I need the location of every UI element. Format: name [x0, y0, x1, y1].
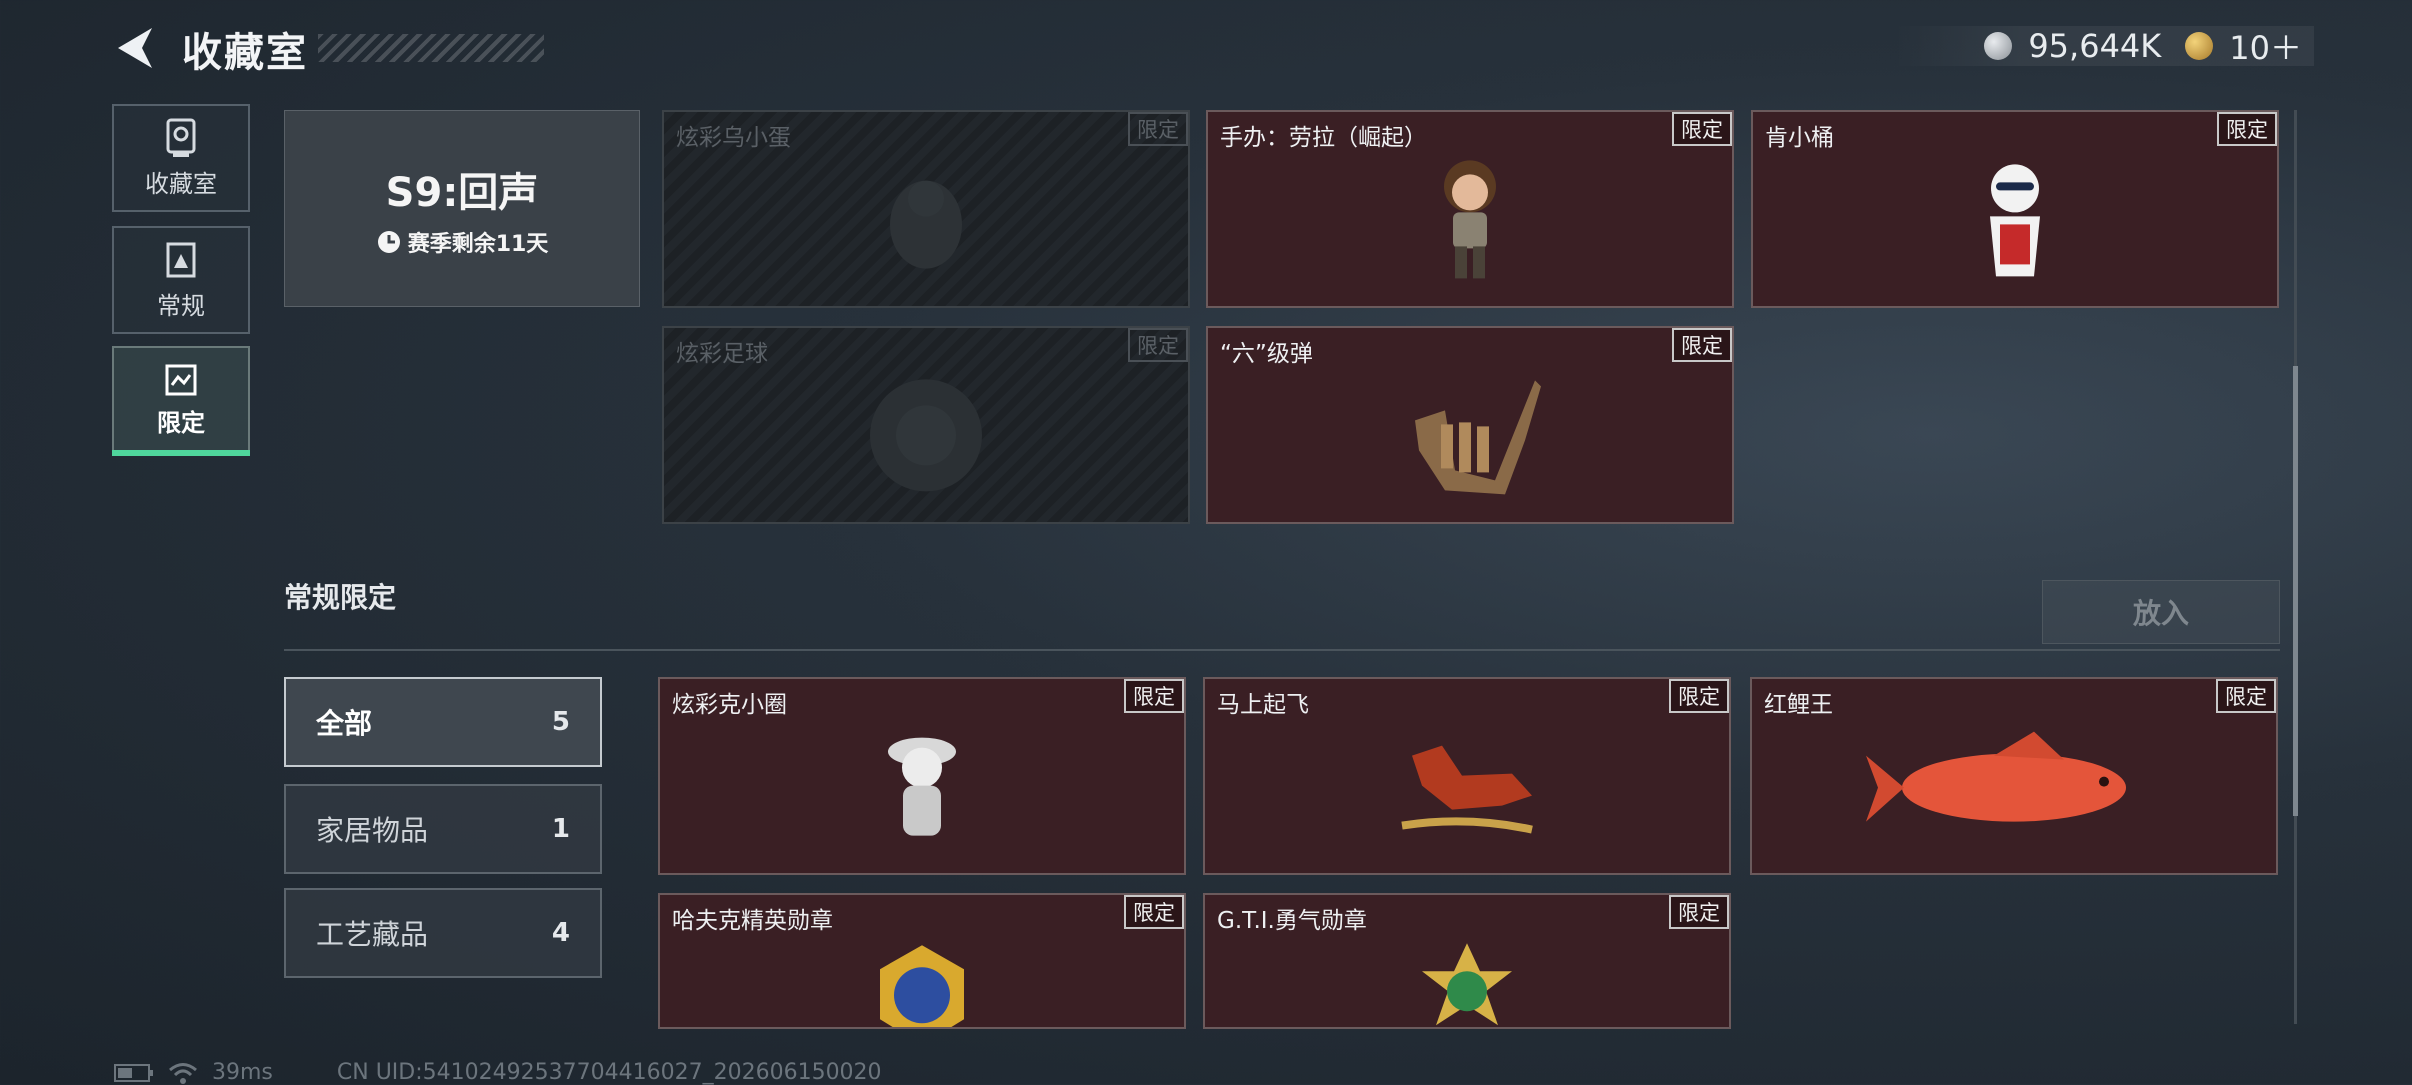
season-item-card[interactable]: 手办：劳拉（崛起） 限定	[1206, 110, 1734, 308]
sidebar-item-label: 限定	[157, 408, 205, 437]
season-item-card[interactable]: 炫彩乌小蛋 限定	[662, 110, 1190, 308]
page-title: 收藏室	[182, 30, 308, 76]
regular-item-card[interactable]: G.T.I.勇气勋章 限定	[1203, 893, 1731, 1029]
season-card: S9:回声 赛季剩余11天	[284, 110, 640, 307]
limited-tag: 限定	[2216, 679, 2276, 713]
bullet-hand-icon	[1415, 380, 1541, 495]
season-remaining: 赛季剩余11天	[376, 226, 549, 258]
sidebar-item-collection[interactable]: 收藏室	[112, 104, 250, 212]
sidebar-item-limited[interactable]: 限定	[112, 346, 250, 454]
filter-count: 5	[551, 707, 570, 737]
back-button[interactable]	[112, 24, 158, 72]
filter-label: 全部	[316, 707, 373, 740]
filter-all[interactable]: 全部 5	[284, 677, 602, 767]
back-arrow-icon	[118, 28, 152, 68]
season-item-card[interactable]: 炫彩足球 限定	[662, 326, 1190, 524]
limited-tag: 限定	[1672, 112, 1732, 146]
filter-home-items[interactable]: 家居物品 1	[284, 784, 602, 874]
wifi-icon	[169, 1062, 197, 1084]
silver-coin-icon	[1984, 32, 2013, 60]
ping-text: 39ms	[212, 1060, 273, 1085]
limited-tag: 限定	[1128, 328, 1188, 362]
silver-amount: 95,644K	[2028, 27, 2162, 65]
item-name: G.T.I.勇气勋章	[1217, 908, 1367, 934]
frame-icon	[165, 364, 197, 395]
sidebar-item-label: 收藏室	[145, 169, 217, 198]
item-name: “六”级弹	[1220, 341, 1313, 367]
regular-item-card[interactable]: 红鲤王 限定	[1750, 677, 2278, 875]
active-tab-indicator	[112, 450, 250, 456]
doll-figure-icon	[888, 737, 956, 836]
football-icon	[870, 379, 982, 492]
item-name: 哈夫克精英勋章	[672, 908, 833, 934]
filter-label: 家居物品	[316, 814, 429, 847]
uid-text: CN UID:54102492537704416027_202606150020	[336, 1060, 882, 1085]
season-title: S9:回声	[385, 169, 539, 216]
gold-coin-icon	[2185, 32, 2214, 60]
item-name: 肯小桶	[1765, 125, 1834, 151]
haavk-medal-icon	[880, 945, 964, 1027]
limited-tag: 限定	[1672, 328, 1732, 362]
sidebar-item-label: 常规	[157, 291, 205, 320]
lara-figure-icon	[1444, 160, 1496, 279]
item-name: 炫彩足球	[676, 341, 768, 367]
gold-amount[interactable]: 10＋	[2229, 23, 2302, 69]
item-name: 手办：劳拉（崛起）	[1220, 125, 1427, 151]
clock-icon	[377, 230, 400, 253]
card-icon	[166, 242, 196, 277]
filter-crafts[interactable]: 工艺藏品 4	[284, 888, 602, 978]
limited-tag: 限定	[1124, 895, 1184, 929]
item-name: 红鲤王	[1764, 692, 1833, 718]
trophy-icon	[166, 118, 196, 157]
egg-figure-icon	[890, 180, 962, 269]
regular-item-card[interactable]: 炫彩克小圈 限定	[658, 677, 1186, 875]
status-footer: 39ms CN UID:54102492537704416027_2026061…	[114, 1060, 882, 1085]
limited-tag: 限定	[2217, 112, 2277, 146]
horse-figure-icon	[1401, 745, 1533, 834]
limited-tag: 限定	[1669, 895, 1729, 929]
season-item-card[interactable]: “六”级弹 限定	[1206, 326, 1734, 524]
carp-icon	[1866, 731, 2126, 822]
put-in-button[interactable]: 放入	[2042, 580, 2280, 644]
filter-count: 4	[551, 918, 570, 948]
bucket-figure-icon	[1990, 164, 2040, 277]
battery-icon	[114, 1063, 153, 1082]
regular-item-card[interactable]: 马上起飞 限定	[1203, 677, 1731, 875]
season-remaining-text: 赛季剩余11天	[407, 231, 549, 257]
limited-tag: 限定	[1128, 112, 1188, 146]
season-item-card[interactable]: 肯小桶 限定	[1751, 110, 2279, 308]
scrollbar-thumb[interactable]	[2293, 366, 2298, 816]
currency-bar: 95,644K 10＋	[1894, 23, 2314, 69]
sidebar-item-regular[interactable]: 常规	[112, 226, 250, 334]
section-title: 常规限定	[284, 581, 397, 614]
section-divider	[284, 649, 2280, 651]
gti-medal-icon	[1422, 943, 1512, 1026]
item-name: 炫彩乌小蛋	[676, 125, 791, 151]
limited-tag: 限定	[1124, 679, 1184, 713]
regular-item-card[interactable]: 哈夫克精英勋章 限定	[658, 893, 1186, 1029]
filter-label: 工艺藏品	[316, 918, 429, 951]
item-name: 马上起飞	[1217, 692, 1309, 718]
limited-tag: 限定	[1669, 679, 1729, 713]
filter-count: 1	[551, 814, 570, 844]
title-decoration	[318, 34, 544, 62]
item-name: 炫彩克小圈	[672, 692, 787, 718]
